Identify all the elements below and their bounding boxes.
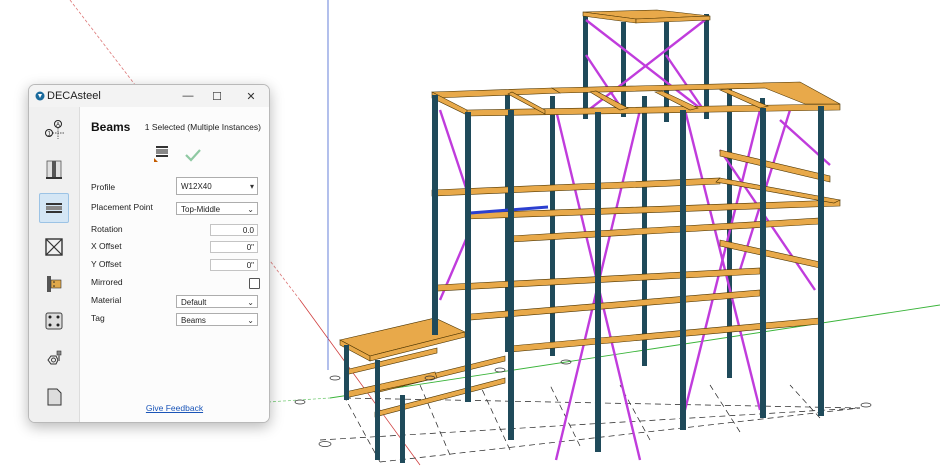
mirrored-checkbox[interactable] — [249, 278, 260, 289]
grid-tool-icon: 1 A — [45, 120, 64, 139]
chevron-down-icon: ⌄ — [247, 205, 254, 214]
bracing-tool-button[interactable] — [40, 233, 68, 261]
connection-tool-icon — [47, 276, 62, 292]
tool-sidebar: 1 A — [29, 107, 80, 422]
title-bar[interactable]: DECAsteel — ☐ ✕ — [29, 85, 269, 107]
rotation-input[interactable]: 0.0 — [210, 224, 258, 236]
columns-tool-button[interactable] — [40, 155, 68, 183]
x-offset-input[interactable]: 0" — [210, 241, 258, 253]
profile-label: Profile — [91, 182, 116, 192]
profile-dropdown[interactable]: W12X40 ▾ — [176, 177, 258, 195]
tag-dropdown[interactable]: Beams ⌄ — [176, 313, 258, 326]
y-offset-label: Y Offset — [91, 259, 122, 269]
profile-value: W12X40 — [181, 182, 212, 191]
connection-tool-button[interactable] — [40, 270, 68, 298]
svg-text:1: 1 — [48, 132, 52, 138]
tag-label: Tag — [91, 313, 105, 323]
plate-tool-button[interactable] — [40, 383, 68, 411]
material-value: Default — [181, 298, 207, 307]
apply-checkmark-button[interactable] — [184, 147, 202, 163]
give-feedback-link[interactable]: Give Feedback — [80, 403, 269, 413]
rear-columns — [505, 14, 765, 378]
base-plates — [294, 359, 872, 447]
bolt-tool-icon — [47, 350, 62, 365]
minimize-button[interactable]: — — [179, 87, 197, 105]
decasteel-logo-icon — [35, 91, 45, 101]
base-plate-tool-button[interactable] — [40, 307, 68, 335]
window-title: DECAsteel — [47, 90, 101, 102]
chevron-down-icon: ⌄ — [247, 316, 254, 325]
grid-tool-button[interactable]: 1 A — [40, 115, 68, 143]
close-button[interactable]: ✕ — [242, 87, 260, 105]
maximize-button[interactable]: ☐ — [208, 87, 226, 105]
material-label: Material — [91, 295, 122, 305]
chevron-down-icon: ▾ — [249, 182, 254, 191]
svg-text:A: A — [56, 123, 60, 129]
columns-tool-icon — [46, 160, 62, 179]
chevron-down-icon: ⌄ — [247, 298, 254, 307]
material-dropdown[interactable]: Default ⌄ — [176, 295, 258, 308]
properties-panel: Beams 1 Selected (Multiple Instances) Pr… — [80, 107, 269, 422]
tag-value: Beams — [181, 316, 206, 325]
placement-point-value: Top-Middle — [181, 205, 221, 214]
beams-tool-icon — [46, 203, 62, 213]
bolt-tool-button[interactable] — [40, 345, 68, 373]
y-offset-input[interactable]: 0" — [210, 259, 258, 271]
beams-tool-button[interactable] — [39, 193, 69, 223]
mirrored-label: Mirrored — [91, 277, 123, 287]
panel-heading: Beams — [91, 120, 131, 134]
selection-count: 1 Selected (Multiple Instances) — [144, 122, 261, 132]
decasteel-window: DECAsteel — ☐ ✕ 1 A Beams 1 Selected (Mu… — [28, 84, 270, 423]
placement-point-dropdown[interactable]: Top-Middle ⌄ — [176, 202, 258, 215]
base-plate-tool-icon — [45, 312, 63, 330]
pick-beam-button[interactable] — [154, 145, 170, 163]
plate-tool-icon — [47, 388, 62, 406]
rotation-label: Rotation — [91, 224, 123, 234]
placement-point-label: Placement Point — [91, 202, 153, 212]
bracing-tool-icon — [45, 238, 63, 256]
x-offset-label: X Offset — [91, 241, 122, 251]
